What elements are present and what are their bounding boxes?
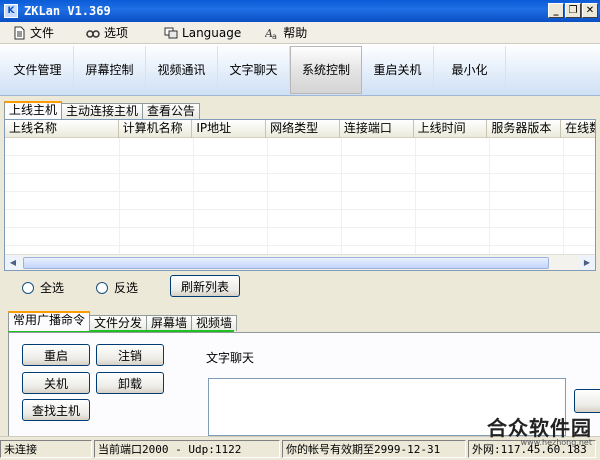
menu-label: Language [182, 25, 242, 40]
grid-line [267, 138, 268, 254]
host-tabs: 上线主机 主动连接主机 查看公告 [4, 101, 201, 119]
grid-line [563, 138, 564, 254]
logout-button[interactable]: 注销 [96, 344, 164, 366]
tab-announcements[interactable]: 查看公告 [142, 103, 201, 119]
column-header[interactable]: 计算机名称 [119, 120, 193, 138]
column-header[interactable]: 网络类型 [266, 120, 340, 138]
tab-video-wall[interactable]: 视频墙 [191, 315, 238, 331]
radio-label: 反选 [114, 281, 139, 295]
radio-icon [96, 281, 108, 294]
grid-line [193, 138, 194, 254]
list-header: 上线名称 计算机名称 IP地址 网络类型 连接端口 上线时间 服务器版本 在线数 [5, 120, 595, 138]
language-icon [164, 27, 178, 38]
radio-label: 全选 [40, 281, 65, 295]
tab-active-connect[interactable]: 主动连接主机 [61, 103, 144, 119]
list-body [5, 138, 595, 254]
scroll-right-icon[interactable]: ▶ [579, 254, 595, 270]
title-bar[interactable]: K ZKLan V1.369 _ ❐ ✕ [0, 0, 600, 22]
menu-language[interactable]: Language [158, 26, 247, 40]
menu-label: 帮助 [283, 26, 308, 40]
host-list[interactable]: 上线名称 计算机名称 IP地址 网络类型 连接端口 上线时间 服务器版本 在线数… [4, 119, 596, 271]
port-status: 当前端口2000 - Udp:1122 [94, 439, 280, 458]
grid-line [341, 138, 342, 254]
app-window: K ZKLan V1.369 _ ❐ ✕ 文件 选项 Language A a … [0, 0, 600, 460]
watermark-text: 合众软件园 [487, 416, 592, 440]
grid-line [489, 138, 490, 254]
account-expiry: 你的帐号有效期至2999-12-31 [282, 439, 466, 458]
text-chat-button[interactable]: 文字聊天 [218, 45, 290, 94]
svg-text:a: a [272, 32, 277, 40]
toolbar: 文件管理 屏幕控制 视频通讯 文字聊天 系统控制 重启关机 最小化 [0, 44, 600, 96]
chat-label: 文字聊天 [206, 351, 255, 365]
column-header[interactable]: 连接端口 [340, 120, 414, 138]
screen-control-button[interactable]: 屏幕控制 [74, 45, 146, 94]
close-button[interactable]: ✕ [582, 3, 598, 18]
command-tabs: 常用广播命令 文件分发 屏幕墙 视频墙 [8, 311, 238, 331]
tab-online-hosts[interactable]: 上线主机 [4, 101, 63, 119]
column-header[interactable]: 在线数 [561, 120, 595, 138]
menu-label: 文件 [30, 26, 55, 40]
menu-bar: 文件 选项 Language Aa 帮助 [0, 22, 600, 44]
uninstall-button[interactable]: 卸载 [96, 372, 164, 394]
send-button[interactable] [574, 389, 600, 413]
grid-line [119, 138, 120, 254]
grid-line [415, 138, 416, 254]
connection-status: 未连接 [0, 439, 92, 458]
tab-screen-wall[interactable]: 屏幕墙 [146, 315, 193, 331]
glasses-icon [86, 29, 100, 38]
horizontal-scrollbar[interactable]: ◀ ▶ [5, 254, 595, 270]
invert-selection-radio[interactable]: 反选 [96, 279, 138, 296]
window-controls: _ ❐ ✕ [548, 3, 598, 18]
restart-shutdown-button[interactable]: 重启关机 [362, 45, 434, 94]
document-icon [14, 26, 25, 39]
menu-label: 选项 [104, 26, 129, 40]
refresh-list-button[interactable]: 刷新列表 [170, 275, 240, 297]
watermark: 合众软件园 www.hezhong.net [487, 412, 592, 447]
minimize-app-button[interactable]: 最小化 [434, 45, 506, 94]
column-header[interactable]: 上线名称 [5, 120, 119, 138]
video-call-button[interactable]: 视频通讯 [146, 45, 218, 94]
tab-broadcast-commands[interactable]: 常用广播命令 [8, 311, 91, 331]
minimize-button[interactable]: _ [548, 3, 564, 18]
file-manager-button[interactable]: 文件管理 [2, 45, 74, 94]
help-icon: Aa [265, 27, 277, 40]
scroll-track[interactable] [21, 256, 579, 270]
app-logo-icon: K [4, 4, 18, 18]
column-header[interactable]: 服务器版本 [487, 120, 562, 138]
find-host-button[interactable]: 查找主机 [22, 399, 90, 421]
column-header[interactable]: 上线时间 [414, 120, 488, 138]
restore-button[interactable]: ❐ [565, 3, 581, 18]
restart-button[interactable]: 重启 [22, 344, 90, 366]
shutdown-button[interactable]: 关机 [22, 372, 90, 394]
system-control-button[interactable]: 系统控制 [290, 45, 362, 94]
scroll-thumb[interactable] [23, 256, 549, 269]
scroll-left-icon[interactable]: ◀ [5, 254, 21, 270]
select-all-radio[interactable]: 全选 [22, 279, 64, 296]
menu-options[interactable]: 选项 [80, 24, 134, 41]
radio-icon [22, 281, 34, 294]
menu-help[interactable]: Aa 帮助 [259, 24, 313, 41]
window-title: ZKLan V1.369 [24, 4, 111, 18]
menu-file[interactable]: 文件 [6, 24, 60, 41]
tab-file-distribution[interactable]: 文件分发 [89, 315, 148, 331]
column-header[interactable]: IP地址 [192, 120, 267, 138]
